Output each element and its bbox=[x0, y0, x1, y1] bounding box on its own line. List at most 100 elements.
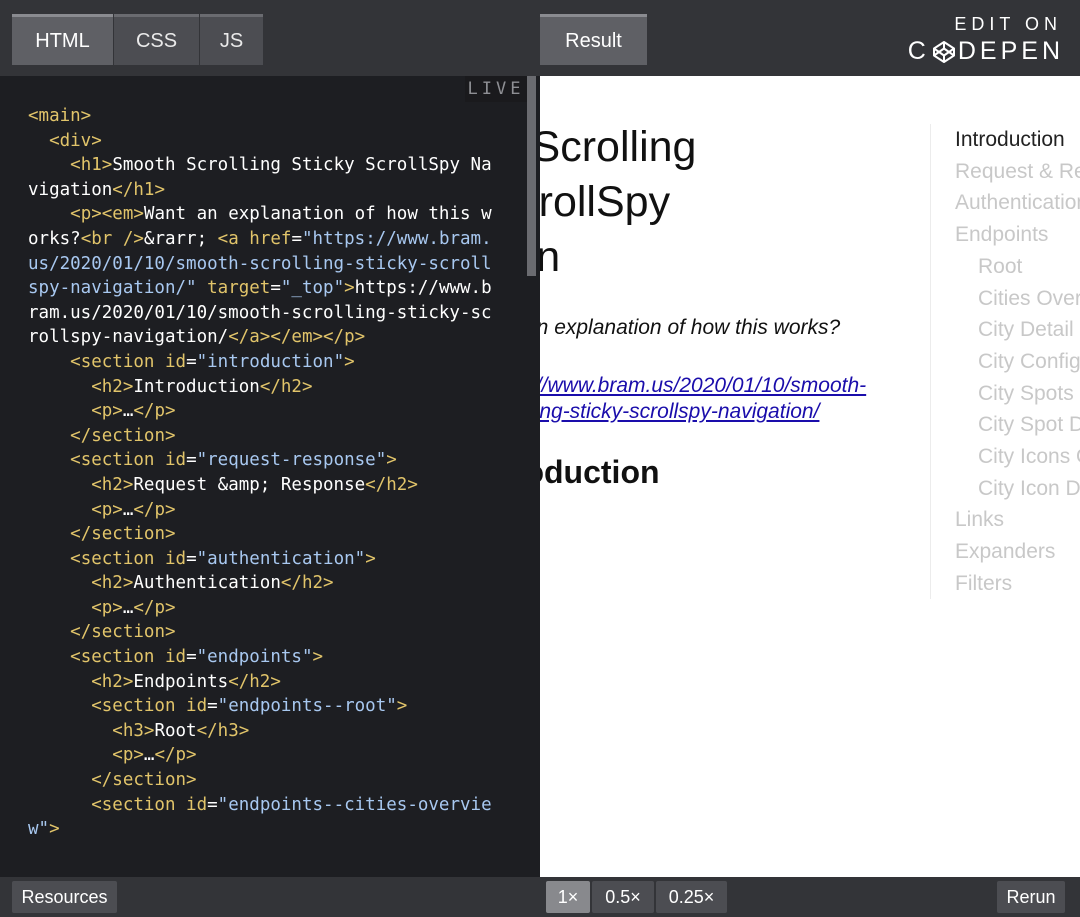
code-token: </a></em></p> bbox=[228, 327, 366, 348]
rerun-button[interactable]: Rerun bbox=[997, 881, 1065, 913]
tab-css[interactable]: CSS bbox=[114, 14, 199, 65]
code-token: <br /> bbox=[80, 228, 144, 249]
code-line[interactable]: <div> bbox=[28, 129, 498, 154]
code-line[interactable]: </section> bbox=[28, 424, 498, 449]
code-token: id bbox=[164, 548, 187, 569]
code-line[interactable]: <section id="introduction"> bbox=[28, 350, 498, 375]
code-token: <h2> bbox=[91, 474, 134, 495]
code-line[interactable]: <p>…</p> bbox=[28, 399, 498, 424]
code-token: "introduction" bbox=[196, 351, 345, 372]
code-line[interactable]: <section id="authentication"> bbox=[28, 547, 498, 572]
code-line[interactable]: <section id="endpoints--root"> bbox=[28, 694, 498, 719]
explanation-text: an explanation of how this works? bbox=[540, 316, 841, 339]
nav-item[interactable]: City Icons Overview bbox=[955, 441, 1080, 473]
code-token: id bbox=[164, 351, 187, 372]
nav-item[interactable]: Root bbox=[955, 251, 1080, 283]
code-token: "authentication" bbox=[196, 548, 366, 569]
link-line[interactable]: ling-sticky-scrollspy-navigation/ bbox=[540, 399, 930, 425]
code-line[interactable]: <section id="endpoints"> bbox=[28, 645, 498, 670]
codepen-wordmark-left: C bbox=[907, 37, 930, 65]
code-line[interactable]: </section> bbox=[28, 522, 498, 547]
tab-js[interactable]: JS bbox=[200, 14, 263, 65]
nav-item[interactable]: Introduction bbox=[955, 124, 1080, 156]
code-line[interactable]: <p>…</p> bbox=[28, 498, 498, 523]
code-line[interactable]: <h2>Endpoints</h2> bbox=[28, 670, 498, 695]
code-token: Authentication bbox=[133, 573, 281, 594]
code-token: = bbox=[186, 450, 197, 471]
code-token: <h2> bbox=[91, 671, 134, 692]
editor-scrollbar[interactable] bbox=[527, 76, 536, 276]
tab-html[interactable]: HTML bbox=[12, 14, 113, 65]
zoom-1x-button[interactable]: 1× bbox=[546, 881, 590, 913]
code-line[interactable]: <h1>Smooth Scrolling Sticky ScrollSpy Na… bbox=[28, 153, 498, 202]
nav-item[interactable]: City Detail bbox=[955, 314, 1080, 346]
code-token: "endpoints--root" bbox=[217, 696, 397, 717]
link-line[interactable]: :/​/www.bram.us/2020/01/10/smooth- bbox=[540, 373, 930, 399]
code-token: <section bbox=[91, 794, 187, 815]
edit-on-codepen-link[interactable]: EDIT ON C DEPEN bbox=[908, 14, 1064, 66]
code-line[interactable]: <h2>Request &amp; Response</h2> bbox=[28, 473, 498, 498]
code-line[interactable]: <h2>Authentication</h2> bbox=[28, 571, 498, 596]
result-preview[interactable]: nooth Scrolling cky ScrollSpy vigation a… bbox=[540, 76, 1080, 877]
code-token: <h1> bbox=[70, 155, 113, 176]
code-line[interactable]: </section> bbox=[28, 620, 498, 645]
code-line[interactable]: <p><em>Want an explanation of how this w… bbox=[28, 202, 498, 350]
code-token: id bbox=[164, 647, 187, 668]
code-line[interactable]: <p>…</p> bbox=[28, 743, 498, 768]
code-token: </h2> bbox=[280, 573, 334, 594]
zoom-0.25x-button[interactable]: 0.25× bbox=[656, 881, 727, 913]
code-line[interactable]: <h3>Root</h3> bbox=[28, 719, 498, 744]
code-token: "_top" bbox=[280, 278, 345, 299]
bottom-bar: Resources 1× 0.5× 0.25× Rerun bbox=[0, 877, 1080, 917]
code-token: </h2> bbox=[228, 671, 281, 692]
code-line[interactable]: </section> bbox=[28, 768, 498, 793]
codepen-wordmark-right: DEPEN bbox=[957, 37, 1064, 65]
code-token: > bbox=[49, 819, 60, 840]
tab-result[interactable]: Result bbox=[540, 14, 647, 65]
nav-item[interactable]: Endpoints bbox=[955, 219, 1080, 251]
title-line: cky ScrollSpy bbox=[540, 178, 671, 226]
code-line[interactable]: <section id="endpoints--cities-overview"… bbox=[28, 793, 498, 842]
nav-item[interactable]: Cities Overview bbox=[955, 283, 1080, 315]
nav-item[interactable]: Links bbox=[955, 504, 1080, 536]
code-token: id bbox=[186, 794, 208, 815]
nav-item[interactable]: City Spot Detail bbox=[955, 409, 1080, 441]
zoom-0.5x-button[interactable]: 0.5× bbox=[592, 881, 654, 913]
code-token: </section> bbox=[70, 425, 176, 446]
code-token: … bbox=[143, 745, 155, 766]
code-token: <h2> bbox=[91, 376, 134, 397]
html-editor[interactable]: LIVE <main> <div> <h1>Smooth Scrolling S… bbox=[0, 76, 540, 877]
nav-item[interactable]: City Icon Detail bbox=[955, 473, 1080, 505]
nav-item[interactable]: Expanders bbox=[955, 536, 1080, 568]
code-token: href bbox=[249, 228, 292, 249]
nav-item[interactable]: Filters bbox=[955, 568, 1080, 600]
code-token: … bbox=[122, 401, 134, 422]
code-token: = bbox=[186, 647, 197, 668]
code-token: </h2> bbox=[365, 474, 418, 495]
code-token: > bbox=[344, 278, 355, 299]
code-token: id bbox=[164, 450, 187, 471]
code-line[interactable]: <main> bbox=[28, 104, 498, 129]
code-line[interactable]: <section id="request-response"> bbox=[28, 448, 498, 473]
article-link[interactable]: :/​/www.bram.us/2020/01/10/smooth- ling-… bbox=[540, 373, 930, 425]
code-line[interactable]: <h2>Introduction</h2> bbox=[28, 375, 498, 400]
code-token: <section bbox=[70, 548, 165, 569]
code-token: = bbox=[207, 794, 218, 815]
code-token: <div> bbox=[49, 130, 102, 151]
nav-item[interactable]: City Config bbox=[955, 346, 1080, 378]
resources-button[interactable]: Resources bbox=[12, 881, 117, 913]
code-token: <section bbox=[70, 450, 165, 471]
code-content[interactable]: <main> <div> <h1>Smooth Scrolling Sticky… bbox=[28, 104, 498, 842]
nav-item[interactable]: Authentication bbox=[955, 187, 1080, 219]
nav-item[interactable]: Request & Response bbox=[955, 156, 1080, 188]
nav-item[interactable]: City Spots Overview bbox=[955, 378, 1080, 410]
code-line[interactable]: <p>…</p> bbox=[28, 596, 498, 621]
